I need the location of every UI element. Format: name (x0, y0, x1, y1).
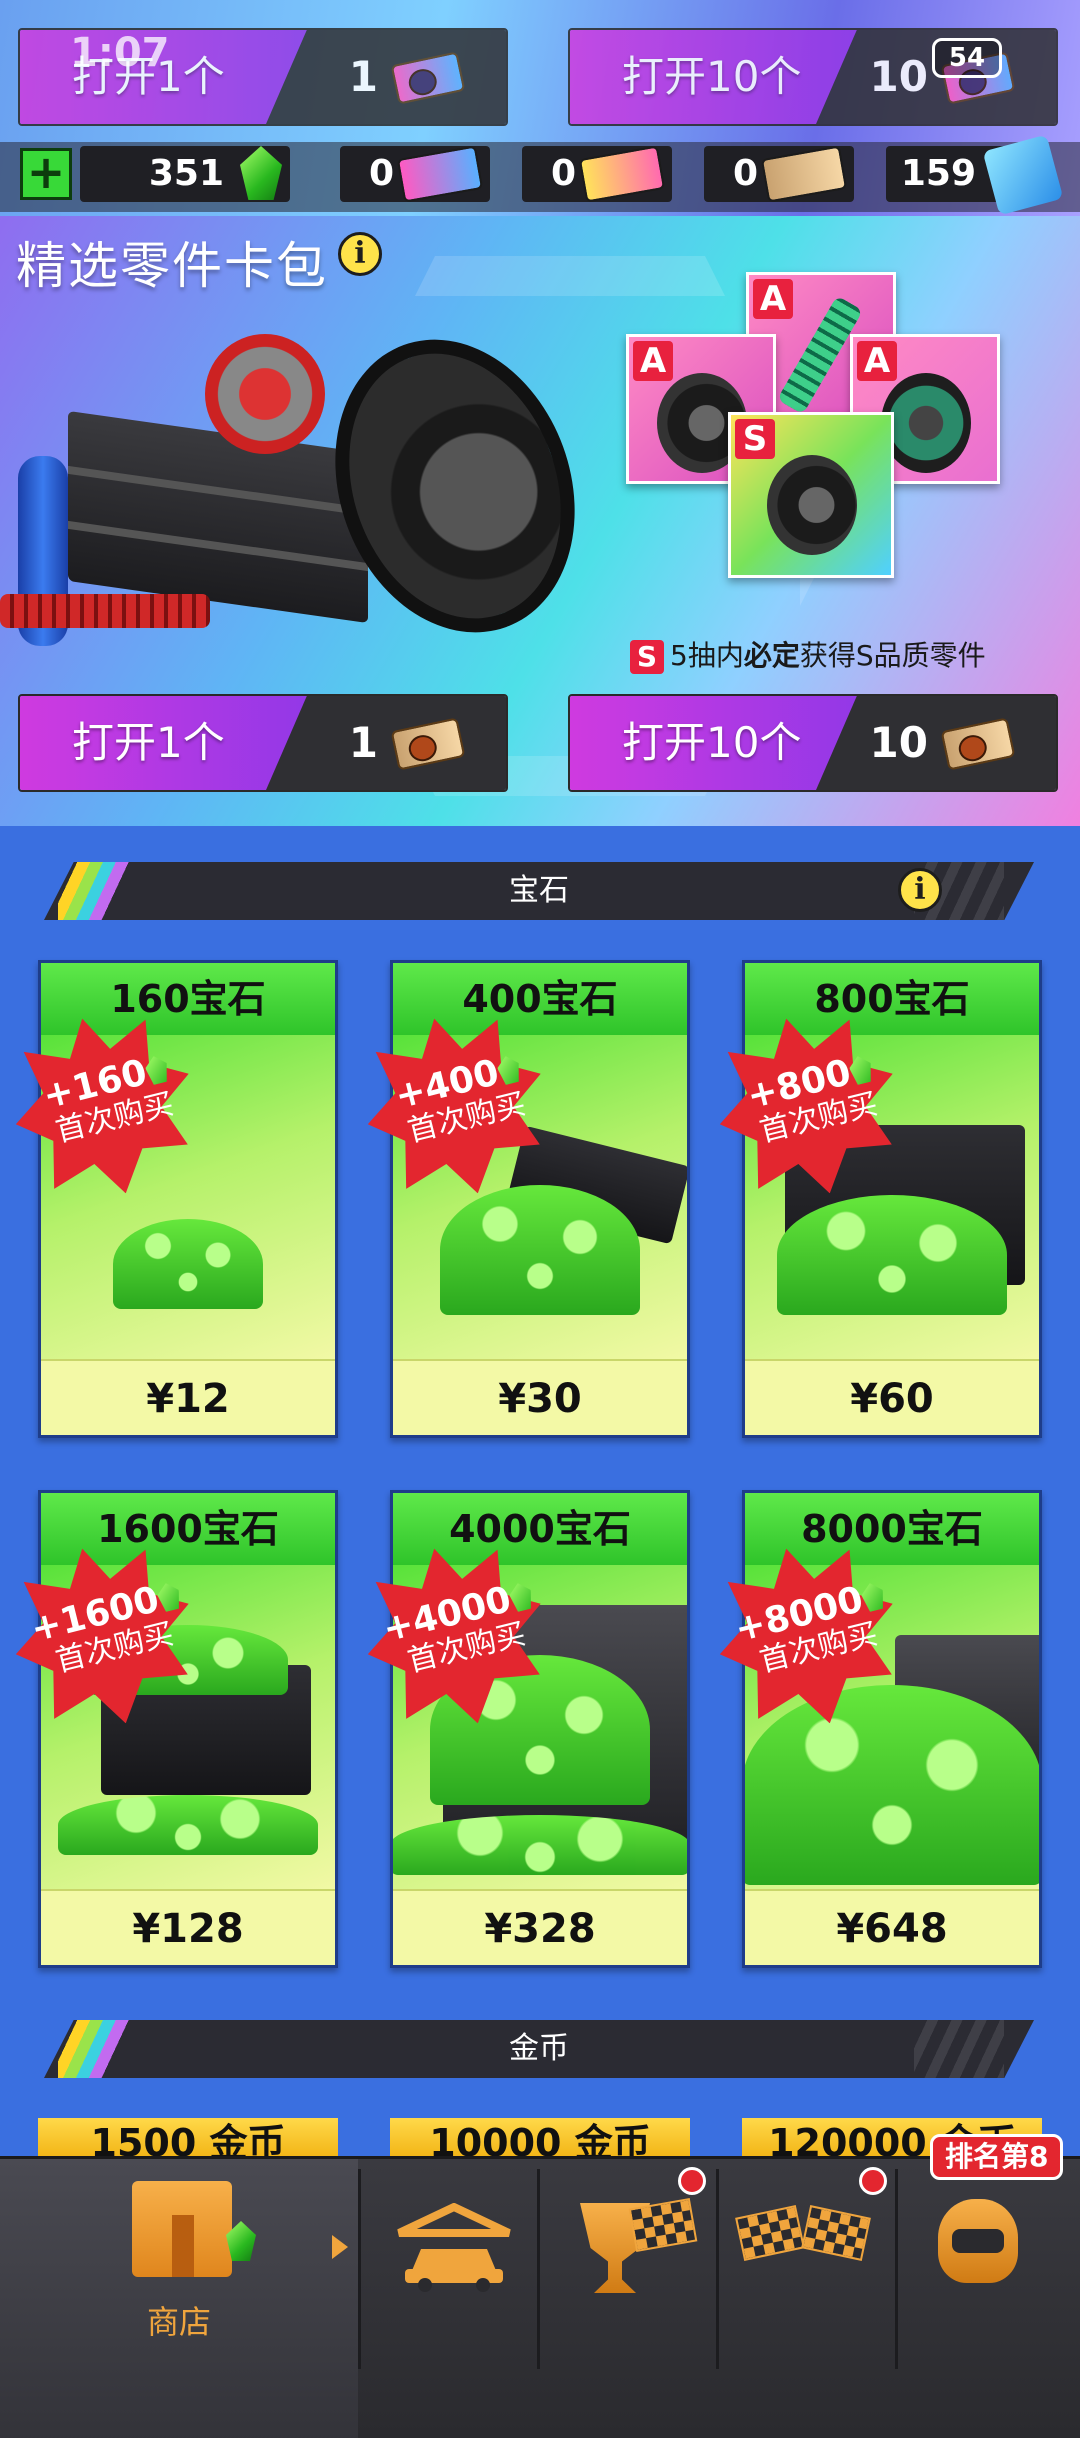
gem-pack-price: ¥128 (41, 1889, 335, 1965)
nav-shop-label: 商店 (146, 2303, 211, 2341)
open-one-label: 打开1个 (72, 718, 225, 767)
prev-open-ten-count: 10 (869, 52, 928, 101)
gem-icon (240, 146, 282, 200)
gem-pile-art (113, 1219, 263, 1309)
grade-badge: S (735, 419, 775, 459)
checkered-flag-icon (628, 2197, 698, 2253)
gem-pack-price: ¥30 (393, 1359, 687, 1435)
gem-pack-price: ¥648 (745, 1889, 1039, 1965)
prev-open-one-count: 1 (348, 52, 378, 101)
add-gems-button[interactable]: + (20, 148, 72, 200)
guarantee-pre: 5抽内 (670, 639, 744, 672)
gem-pack-price: ¥60 (745, 1359, 1039, 1435)
card-b-value: 0 (550, 153, 576, 194)
gold-section-header: 金币 (44, 2020, 1034, 2078)
notification-dot (859, 2167, 887, 2195)
open-ten-button[interactable]: 打开10个 10 (568, 694, 1058, 792)
gem-section-header: 宝石 (44, 862, 1034, 920)
currency-bar: + 351 0 0 0 159 (0, 134, 1080, 216)
helmet-icon (938, 2199, 1018, 2283)
open-ten-label: 打开10个 (622, 718, 802, 767)
shop-icon (132, 2181, 232, 2277)
garage-car-icon (397, 2203, 511, 2292)
checkered-flag-icon (735, 2205, 805, 2261)
ticket-balance: 0 (704, 145, 854, 203)
gem-section-title: 宝石 (509, 873, 569, 908)
part-card-tire-s: S (728, 412, 894, 578)
gold-pack-name: 10000 金币 (429, 2121, 651, 2158)
card-a-value: 0 (368, 153, 394, 194)
info-icon[interactable]: i (338, 232, 382, 276)
turbo-icon (881, 373, 971, 473)
turbo-ticket-icon (760, 145, 848, 203)
open-ten-count: 10 (869, 718, 928, 767)
gem-pack-price: ¥12 (41, 1359, 335, 1435)
card-b-balance: 0 (522, 145, 672, 203)
nav-profile[interactable] (898, 2159, 1080, 2438)
open-one-button[interactable]: 打开1个 1 (18, 694, 508, 792)
nav-garage[interactable] (361, 2159, 537, 2438)
suspension-art (0, 594, 210, 628)
guarantee-bold: 必定 (743, 639, 800, 672)
notification-dot (678, 2167, 706, 2195)
part-card-icon (396, 145, 484, 203)
s-grade-badge: S (630, 640, 664, 674)
guarantee-text: S 5抽内必定获得S品质零件 (630, 634, 986, 674)
gem-pile-art (440, 1185, 640, 1315)
gem-balance-value: 351 (148, 153, 224, 194)
gem-info-icon[interactable]: i (898, 868, 942, 912)
nav-events[interactable] (540, 2159, 716, 2438)
ticket-value: 0 (732, 153, 758, 194)
gem-pile-art (393, 1815, 687, 1875)
open-one-count: 1 (348, 718, 378, 767)
grade-badge: A (633, 341, 673, 381)
gold-pack-10000[interactable]: 10000 金币 (390, 2118, 690, 2158)
puzzle-value: 159 (900, 153, 976, 194)
bottom-nav: 商店 (0, 2156, 1080, 2438)
gem-pile-art (58, 1795, 318, 1855)
tire-icon (767, 455, 857, 555)
gem-balance: 351 (80, 146, 290, 202)
featured-pack-title: 精选零件卡包 (16, 237, 328, 295)
rank-badge: 排名第8 (930, 2134, 1064, 2180)
guarantee-post: 获得S品质零件 (799, 639, 986, 672)
parts-crate-art (68, 410, 368, 624)
gem-pack-price: ¥328 (393, 1889, 687, 1965)
gem-pile-art (745, 1685, 1039, 1885)
status-time: 1:07 (70, 30, 170, 76)
nav-race[interactable] (719, 2159, 895, 2438)
tire-card-icon (578, 145, 666, 203)
gold-section-title: 金币 (509, 2031, 569, 2066)
gem-pile-art (777, 1195, 1007, 1315)
prev-open-ten-label: 打开10个 (622, 52, 802, 101)
grade-badge: A (753, 279, 793, 319)
grade-badge: A (857, 341, 897, 381)
card-a-balance: 0 (340, 145, 490, 203)
gold-pack-1500[interactable]: 1500 金币 (38, 2118, 338, 2158)
nav-shop[interactable]: 商店 (0, 2159, 358, 2438)
checkered-flag-icon (801, 2205, 871, 2261)
turbo-art (205, 334, 325, 454)
gold-pack-name: 1500 金币 (90, 2121, 286, 2158)
chevron-right-icon (332, 2235, 348, 2259)
battery-icon: 54 (932, 38, 1002, 78)
